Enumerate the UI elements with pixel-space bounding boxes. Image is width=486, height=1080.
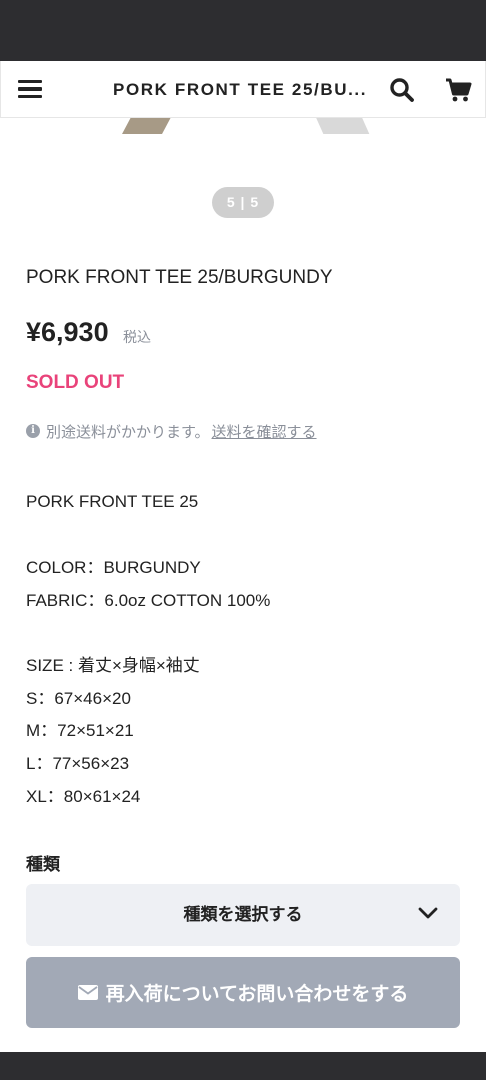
tax-label: 税込 (123, 329, 151, 345)
description-line: COLOR：BURGUNDY (26, 558, 201, 577)
slide-counter: 5 | 5 (212, 187, 274, 218)
product-image-fragment (312, 118, 370, 134)
chevron-down-icon (418, 907, 438, 919)
mail-icon (77, 985, 98, 1000)
status-bar (0, 0, 486, 61)
product-price: ¥6,930 (26, 317, 109, 347)
variant-select[interactable]: 種類を選択する (26, 884, 460, 946)
bottom-bar (0, 1052, 486, 1080)
top-header: PORK FRONT TEE 25/BU... (0, 61, 486, 118)
header-title: PORK FRONT TEE 25/BU... (113, 80, 368, 99)
description-line: XL：80×61×24 (26, 787, 141, 806)
cart-icon[interactable] (445, 77, 473, 103)
description-line: L：77×56×23 (26, 754, 130, 773)
description-line: SIZE : 着丈×身幅×袖丈 (26, 656, 200, 675)
restock-inquiry-button[interactable]: 再入荷についてお問い合わせをする (26, 957, 460, 1028)
shipping-note-text: 別途送料がかかります。 (46, 423, 210, 441)
sold-out-badge: SOLD OUT (26, 372, 125, 393)
info-icon: i (26, 424, 40, 438)
shipping-link[interactable]: 送料を確認する (212, 421, 317, 442)
description-line: FABRIC：6.0oz COTTON 100% (26, 591, 271, 610)
search-icon[interactable] (389, 77, 415, 103)
description-line: M：72×51×21 (26, 721, 134, 740)
product-image-gallery[interactable] (0, 118, 486, 178)
product-image-fragment (122, 118, 178, 134)
product-name: PORK FRONT TEE 25/BURGUNDY (26, 267, 333, 288)
menu-icon[interactable] (18, 79, 42, 99)
restock-inquiry-label: 再入荷についてお問い合わせをする (105, 984, 409, 1005)
variant-label: 種類 (26, 855, 60, 874)
shipping-note: i 別途送料がかかります。 送料を確認する (26, 421, 317, 441)
description-line: PORK FRONT TEE 25 (26, 492, 199, 511)
description-line: S：67×46×20 (26, 689, 131, 708)
variant-select-value: 種類を選択する (183, 905, 303, 924)
